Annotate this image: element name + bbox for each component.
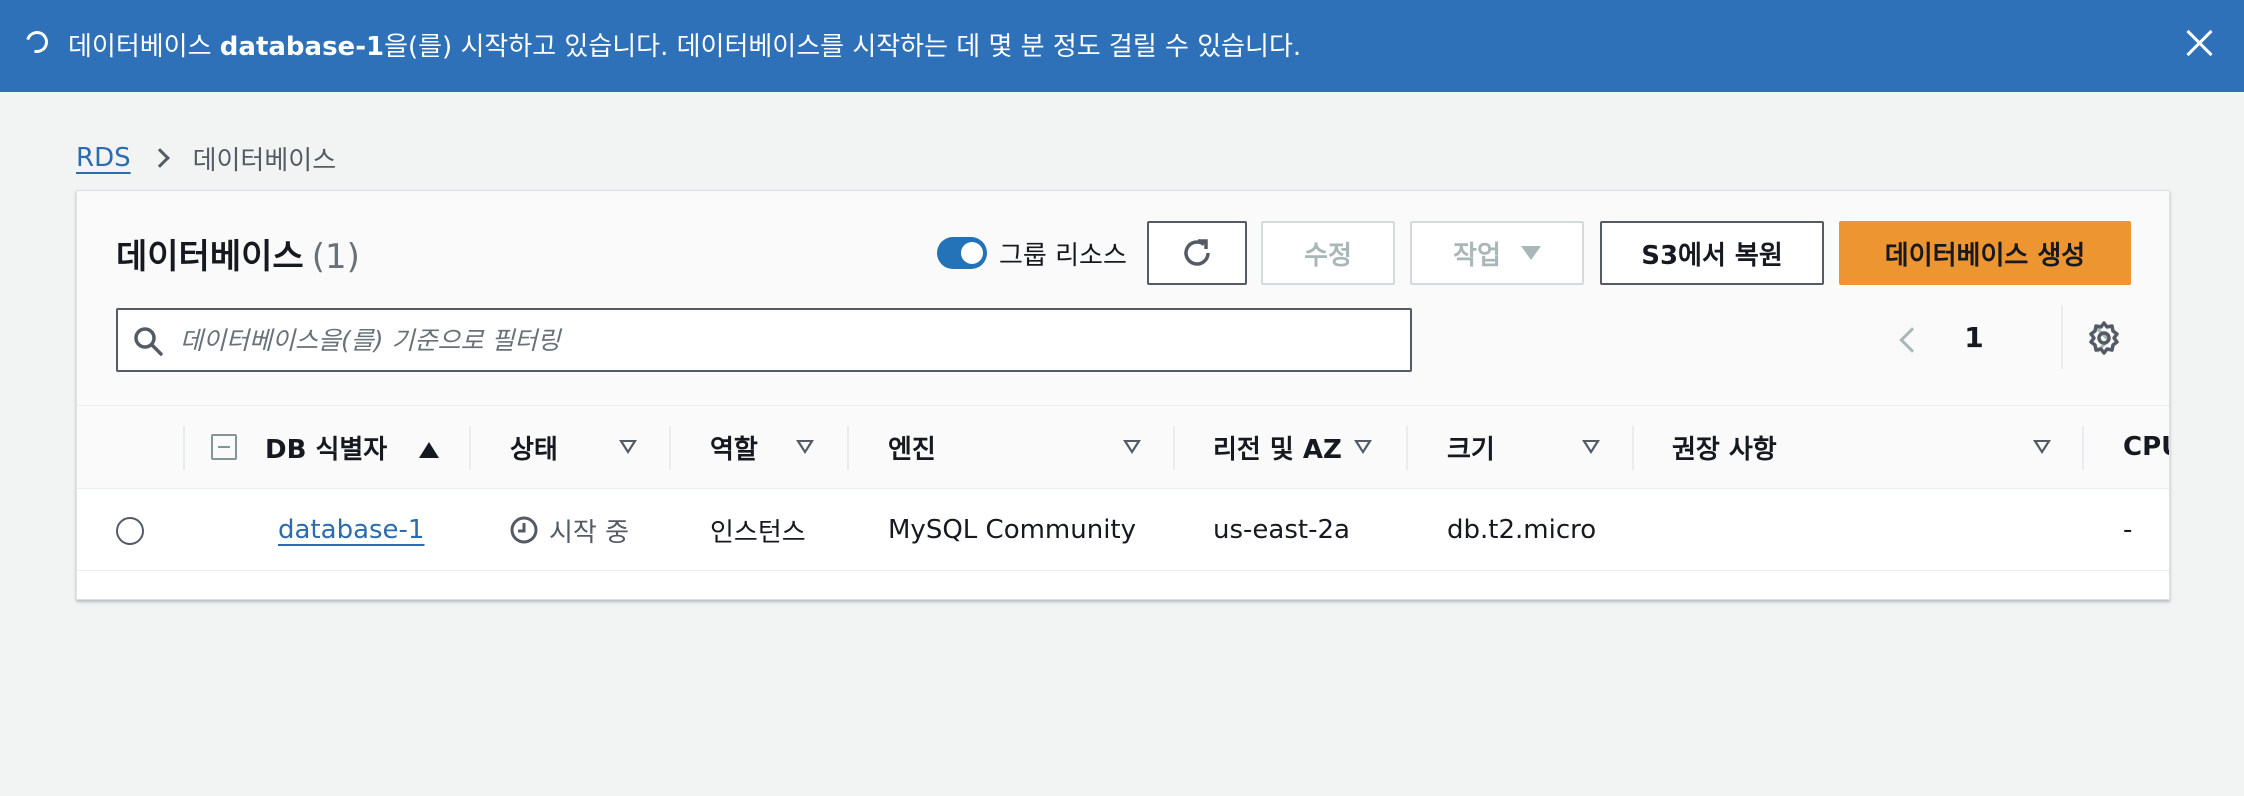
loading-spinner-icon [21, 26, 53, 58]
db-identifier-link[interactable]: database-1 [278, 515, 424, 545]
cpu-cell: - [2123, 515, 2133, 545]
search-icon [134, 327, 163, 356]
status-text: 시작 중 [549, 517, 630, 548]
filter-search-box [116, 308, 1412, 372]
sort-icon[interactable] [1123, 440, 1141, 454]
sort-icon[interactable] [1354, 440, 1372, 454]
chevron-right-icon [149, 148, 170, 168]
breadcrumb: RDS 데이터베이스 [76, 140, 336, 176]
actions-button-label: 작업 [1453, 240, 1501, 271]
create-database-button[interactable]: 데이터베이스 생성 [1839, 221, 2131, 285]
column-divider [2082, 426, 2084, 470]
column-header-region-az[interactable]: 리전 및 AZ [1213, 406, 1342, 488]
pagination-prev-icon[interactable] [1899, 327, 1925, 353]
panel-title: 데이터베이스 (1) [116, 229, 360, 278]
sort-icon[interactable] [2033, 440, 2051, 454]
breadcrumb-rds-link[interactable]: RDS [76, 143, 131, 173]
column-header-engine[interactable]: 엔진 [888, 406, 936, 488]
caret-down-icon [1520, 246, 1541, 260]
sort-icon[interactable] [619, 440, 637, 454]
flash-message: 데이터베이스 database-1을(를) 시작하고 있습니다. 데이터베이스를… [68, 26, 1301, 63]
restore-from-s3-button[interactable]: S3에서 복원 [1600, 221, 1824, 285]
column-divider [847, 426, 849, 470]
flash-banner: 데이터베이스 database-1을(를) 시작하고 있습니다. 데이터베이스를… [0, 0, 2244, 92]
flash-message-suffix: 을(를) 시작하고 있습니다. 데이터베이스를 시작하는 데 몇 분 정도 걸릴… [384, 32, 1302, 62]
modify-button-label: 수정 [1304, 240, 1352, 271]
status-cell: 시작 중 [509, 489, 629, 571]
pagination-divider [2061, 305, 2063, 369]
search-input[interactable] [180, 318, 1380, 362]
pagination-current-page[interactable]: 1 [1957, 321, 1991, 354]
column-divider [1173, 426, 1175, 470]
collapse-all-icon[interactable] [211, 434, 237, 460]
group-resources-toggle[interactable] [937, 237, 987, 269]
toggle-knob [961, 242, 983, 264]
column-header-size[interactable]: 크기 [1447, 406, 1495, 488]
size-cell: db.t2.micro [1447, 515, 1597, 545]
actions-dropdown[interactable]: 작업 [1410, 221, 1584, 285]
column-header-db-identifier[interactable]: DB 식별자 [265, 406, 387, 488]
restore-s3-label: S3에서 복원 [1641, 240, 1783, 271]
column-divider [183, 426, 185, 470]
table-header: DB 식별자 상태 역할 엔진 리전 및 AZ 크기 권장 사항 CPU [77, 405, 2169, 489]
sort-icon[interactable] [1582, 440, 1600, 454]
sort-icon[interactable] [796, 440, 814, 454]
clock-icon [510, 516, 538, 544]
column-header-role[interactable]: 역할 [710, 406, 758, 488]
table-row[interactable]: database-1 시작 중 인스턴스 MySQL Community us-… [77, 489, 2169, 571]
region-az-cell: us-east-2a [1213, 515, 1350, 545]
column-header-recommendations[interactable]: 권장 사항 [1672, 406, 1777, 488]
close-icon[interactable] [2184, 28, 2214, 58]
role-cell: 인스턴스 [710, 517, 806, 548]
group-resources-label: 그룹 리소스 [999, 241, 1127, 271]
engine-cell: MySQL Community [888, 515, 1137, 545]
column-header-status[interactable]: 상태 [510, 406, 558, 488]
flash-message-db-name: database-1 [219, 32, 385, 62]
column-header-cpu[interactable]: CPU [2123, 406, 2169, 488]
table-footer-space [77, 571, 2169, 599]
gear-icon[interactable] [2085, 319, 2123, 357]
refresh-button[interactable] [1147, 221, 1247, 285]
panel-count: (1) [311, 237, 360, 277]
column-divider [669, 426, 671, 470]
breadcrumb-current: 데이터베이스 [192, 145, 337, 176]
panel-title-text: 데이터베이스 [116, 237, 304, 277]
flash-message-prefix: 데이터베이스 [68, 32, 220, 62]
refresh-icon [1184, 239, 1210, 266]
sort-ascending-icon[interactable] [419, 442, 439, 458]
databases-panel: 데이터베이스 (1) 그룹 리소스 수정 작업 S3에서 복원 데이터베이스 생성… [76, 190, 2170, 600]
column-divider [469, 426, 471, 470]
row-select-radio[interactable] [116, 517, 144, 545]
create-database-label: 데이터베이스 생성 [1884, 240, 2086, 271]
modify-button[interactable]: 수정 [1261, 221, 1395, 285]
column-divider [1632, 426, 1634, 470]
column-divider [1406, 426, 1408, 470]
